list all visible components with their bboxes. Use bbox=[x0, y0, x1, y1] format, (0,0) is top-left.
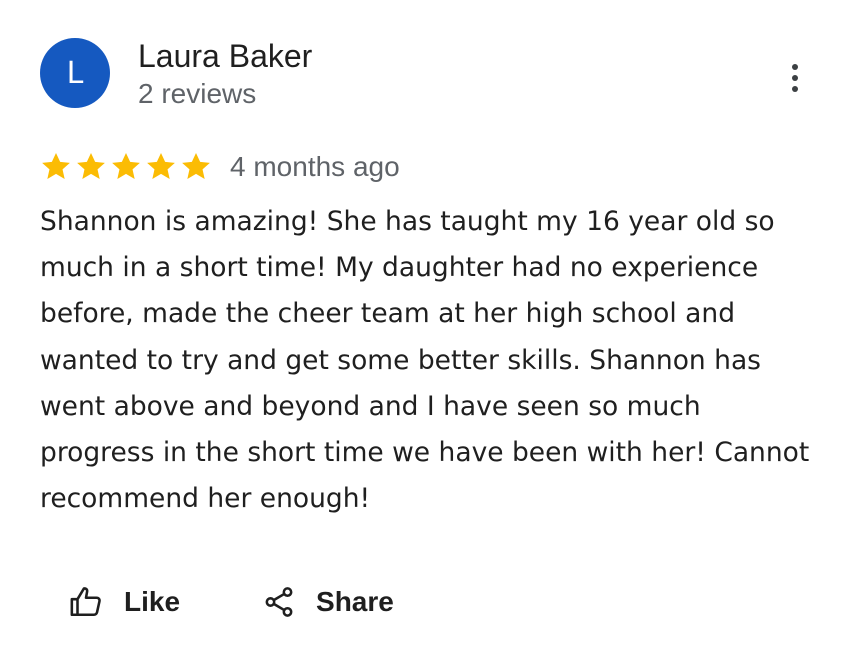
share-label: Share bbox=[316, 586, 394, 617]
star-icon bbox=[147, 153, 175, 179]
more-vert-icon-dot bbox=[792, 75, 798, 81]
more-options-button[interactable] bbox=[778, 58, 812, 98]
more-vert-icon-dot bbox=[792, 86, 798, 92]
star-rating bbox=[40, 151, 212, 183]
share-icon bbox=[265, 587, 293, 617]
like-label: Like bbox=[124, 586, 181, 617]
more-vert-icon bbox=[792, 64, 798, 70]
review-card: L Laura Baker 2 reviews 4 months ago Sha… bbox=[0, 0, 852, 662]
rating-row: 4 months ago bbox=[40, 146, 400, 188]
star-icon bbox=[77, 153, 105, 179]
star-icon bbox=[112, 153, 140, 179]
review-text: Shannon is amazing! She has taught my 16… bbox=[40, 206, 810, 515]
star-icon bbox=[182, 153, 210, 179]
star-icon bbox=[42, 153, 70, 179]
like-button[interactable]: Like bbox=[68, 580, 180, 624]
reviewer-name[interactable]: Laura Baker bbox=[138, 38, 312, 75]
share-button[interactable]: Share bbox=[262, 580, 394, 624]
avatar[interactable]: L bbox=[40, 38, 110, 108]
avatar-initial: L bbox=[66, 55, 84, 91]
reviewer-review-count: 2 reviews bbox=[138, 78, 257, 109]
review-date: 4 months ago bbox=[230, 151, 400, 182]
thumb-up-icon bbox=[70, 587, 101, 617]
review-actions: Like Share bbox=[68, 580, 394, 624]
